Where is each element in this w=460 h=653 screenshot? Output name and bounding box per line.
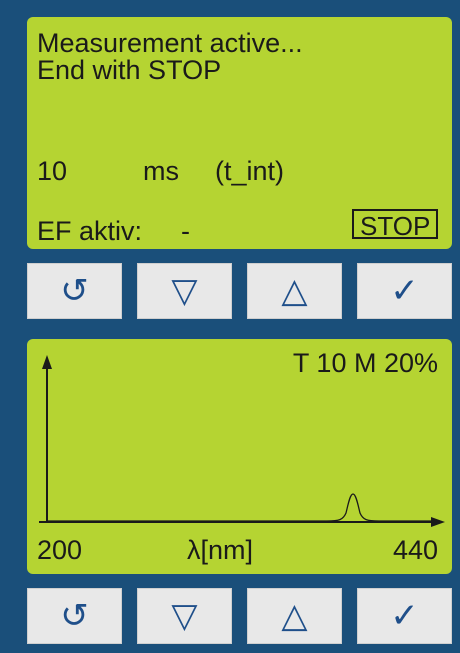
x-axis-label: λ[nm] — [187, 535, 254, 565]
spectrum-status: T 10 M 20% — [292, 348, 438, 378]
up-button-top[interactable]: △ — [247, 263, 342, 319]
spectrum-display: T 10 M 20% 200 λ[nm] 440 — [27, 339, 452, 574]
reset-button-bottom[interactable]: ↺ — [27, 588, 122, 644]
down-button-top[interactable]: ▽ — [137, 263, 232, 319]
status-line-1: Measurement active... — [37, 28, 303, 58]
triangle-down-icon: ▽ — [171, 596, 198, 636]
triangle-down-icon: ▽ — [171, 271, 198, 311]
rotate-icon: ↺ — [60, 271, 89, 311]
ef-active-value: - — [181, 216, 190, 246]
triangle-up-icon: △ — [281, 596, 308, 636]
integration-time-value: 10 — [37, 156, 68, 186]
measurement-display: Measurement active... End with STOP 10 m… — [27, 17, 452, 249]
integration-time-unit: ms — [143, 156, 179, 186]
x-axis-min-label: 200 — [37, 535, 83, 565]
x-axis-arrow — [431, 517, 445, 527]
check-icon: ✓ — [390, 596, 419, 636]
check-icon: ✓ — [390, 271, 419, 311]
triangle-up-icon: △ — [281, 271, 308, 311]
confirm-button-top[interactable]: ✓ — [357, 263, 452, 319]
y-axis-arrow — [42, 355, 52, 369]
x-axis-max-label: 440 — [392, 535, 438, 565]
integration-time-label: (t_int) — [215, 156, 285, 186]
rotate-icon: ↺ — [60, 596, 89, 636]
status-line-2: End with STOP — [37, 55, 222, 85]
down-button-bottom[interactable]: ▽ — [137, 588, 232, 644]
control-buttons-bottom: ↺ ▽ △ ✓ — [27, 588, 452, 644]
control-buttons-top: ↺ ▽ △ ✓ — [27, 263, 452, 319]
reset-button-top[interactable]: ↺ — [27, 263, 122, 319]
spectrum-curve — [47, 493, 432, 522]
up-button-bottom[interactable]: △ — [247, 588, 342, 644]
ef-active-label: EF aktiv: — [37, 216, 143, 246]
confirm-button-bottom[interactable]: ✓ — [357, 588, 452, 644]
stop-button[interactable]: STOP — [352, 209, 439, 241]
